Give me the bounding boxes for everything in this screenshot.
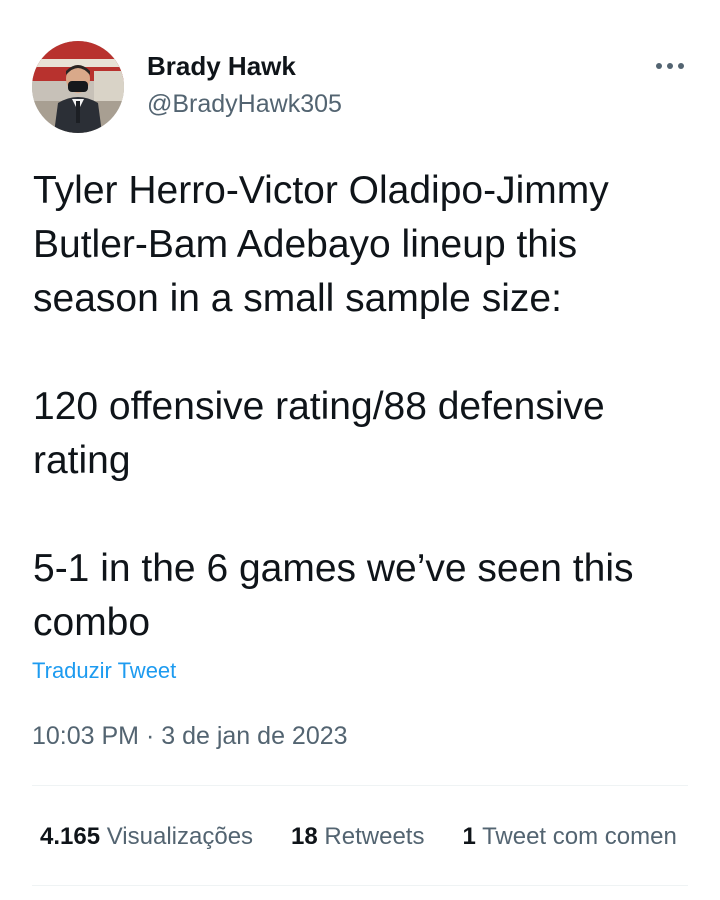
author-name[interactable]: Brady Hawk bbox=[147, 50, 342, 82]
quote-tweets-stat[interactable]: 1 Tweet com comen bbox=[462, 820, 676, 854]
divider bbox=[32, 885, 688, 886]
more-options-icon bbox=[656, 63, 684, 69]
quote-tweets-label: Tweet com comen bbox=[482, 823, 677, 850]
author-info: Brady Hawk @BradyHawk305 bbox=[147, 50, 342, 120]
retweets-stat[interactable]: 18 Retweets bbox=[291, 820, 424, 854]
views-label: Visualizações bbox=[106, 823, 254, 850]
retweets-count: 18 bbox=[291, 823, 318, 850]
tweet-time-link[interactable]: 10:03 PM bbox=[32, 722, 139, 750]
tweet-text: Tyler Herro-Victor Oladipo-Jimmy Butler-… bbox=[33, 169, 634, 644]
tweet-detail: Brady Hawk @BradyHawk305 Tyler Herro-Vic… bbox=[0, 0, 720, 900]
tweet-stats: 4.165 Visualizações 18 Retweets 1 Tweet co… bbox=[40, 820, 720, 854]
tweet-date-link[interactable]: 3 de jan de 2023 bbox=[161, 722, 347, 750]
divider bbox=[32, 785, 688, 786]
more-options-button[interactable] bbox=[650, 54, 690, 78]
retweets-label: Retweets bbox=[324, 823, 425, 850]
timestamp-separator: · bbox=[145, 722, 155, 750]
translate-tweet-link[interactable]: Traduzir Tweet bbox=[32, 657, 176, 685]
quote-tweets-count: 1 bbox=[462, 823, 476, 850]
views-stat[interactable]: 4.165 Visualizações bbox=[40, 820, 253, 854]
tweet-timestamp: 10:03 PM · 3 de jan de 2023 bbox=[32, 720, 348, 752]
user-avatar-icon bbox=[32, 41, 124, 133]
views-count: 4.165 bbox=[40, 823, 101, 850]
author-avatar[interactable] bbox=[32, 41, 124, 133]
author-handle[interactable]: @BradyHawk305 bbox=[147, 88, 342, 120]
